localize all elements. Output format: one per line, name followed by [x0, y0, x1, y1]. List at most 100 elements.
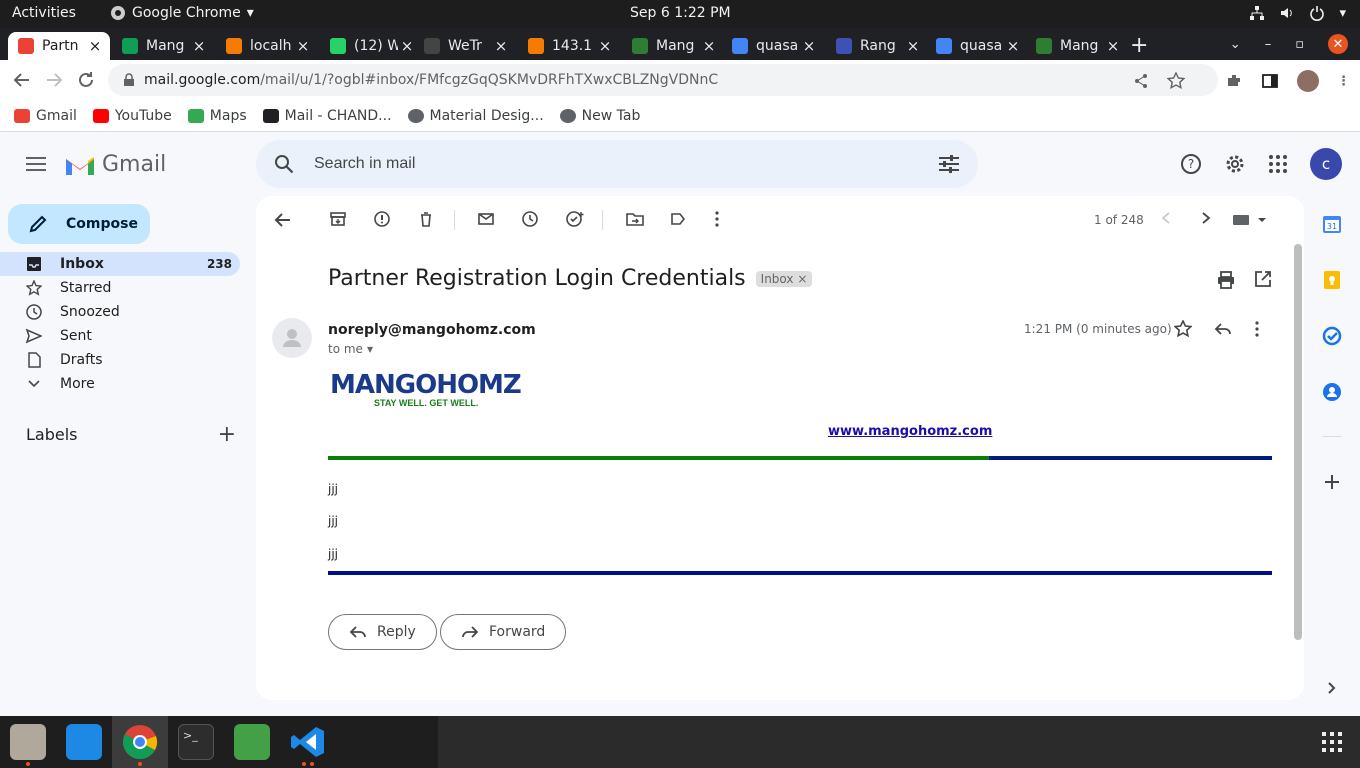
- extensions-icon[interactable]: [1225, 72, 1243, 90]
- system-tray[interactable]: ▾: [1249, 5, 1346, 21]
- close-tab-icon[interactable]: ×: [904, 37, 922, 55]
- close-tab-icon[interactable]: ×: [700, 37, 718, 55]
- bookmark-item[interactable]: Gmail: [14, 108, 77, 124]
- nav-item-more[interactable]: More: [0, 372, 240, 396]
- show-applications-icon[interactable]: [1322, 732, 1342, 752]
- print-icon[interactable]: [1216, 270, 1236, 290]
- browser-tab[interactable]: quasa ×: [722, 32, 824, 60]
- close-tab-icon[interactable]: ×: [800, 37, 818, 55]
- reply-icon[interactable]: [1214, 320, 1232, 338]
- reload-icon[interactable]: [76, 70, 96, 90]
- search-input[interactable]: [314, 155, 874, 173]
- move-to-icon[interactable]: [626, 211, 644, 227]
- newer-chevron-icon[interactable]: [1160, 211, 1172, 225]
- writer-app-icon[interactable]: [66, 724, 102, 760]
- files-app-icon[interactable]: [10, 724, 46, 760]
- compose-button[interactable]: Compose: [8, 204, 150, 244]
- help-icon[interactable]: ?: [1180, 153, 1202, 175]
- delete-icon[interactable]: [418, 211, 434, 227]
- back-to-inbox-icon[interactable]: [274, 211, 292, 229]
- close-window-button[interactable]: ✕: [1328, 34, 1348, 54]
- apps-grid-icon[interactable]: [1268, 154, 1288, 174]
- bookmark-item[interactable]: Mail - CHAND...: [262, 108, 392, 124]
- reply-button[interactable]: Reply: [328, 614, 437, 650]
- message-more-icon[interactable]: [1254, 320, 1260, 338]
- search-icon[interactable]: [274, 154, 294, 174]
- bookmark-item[interactable]: New Tab: [559, 108, 640, 124]
- new-tab-button[interactable]: +: [1130, 33, 1148, 58]
- bookmark-item[interactable]: Maps: [187, 108, 247, 124]
- app-menu[interactable]: Google Chrome ▾: [110, 5, 254, 21]
- close-tab-icon[interactable]: ×: [86, 37, 104, 55]
- close-tab-icon[interactable]: ×: [294, 37, 312, 55]
- nav-item-sent[interactable]: Sent: [0, 324, 240, 348]
- mark-unread-icon[interactable]: [478, 211, 494, 227]
- label-icon[interactable]: [670, 211, 686, 227]
- share-icon[interactable]: [1133, 73, 1149, 89]
- sender-email[interactable]: noreply@mangohomz.com: [328, 322, 536, 338]
- close-tab-icon[interactable]: ×: [492, 37, 510, 55]
- calendar-icon[interactable]: 31: [1322, 214, 1342, 234]
- browser-tab[interactable]: (12) W ×: [320, 32, 422, 60]
- more-options-icon[interactable]: [714, 211, 720, 227]
- back-icon[interactable]: [12, 70, 32, 90]
- settings-gear-icon[interactable]: [1224, 153, 1246, 175]
- add-to-tasks-icon[interactable]: [566, 211, 584, 227]
- tasks-icon[interactable]: [1322, 326, 1342, 346]
- maximize-button[interactable]: ▫: [1295, 37, 1304, 52]
- browser-tab[interactable]: quasa ×: [926, 32, 1028, 60]
- terminal-app-icon[interactable]: >_: [178, 724, 214, 760]
- main-menu-icon[interactable]: [26, 156, 46, 172]
- remove-label-icon[interactable]: ×: [797, 272, 807, 286]
- close-tab-icon[interactable]: ×: [190, 37, 208, 55]
- show-side-panel-chevron-icon[interactable]: [1322, 678, 1342, 698]
- vscode-app-icon[interactable]: [290, 724, 326, 760]
- calc-app-icon[interactable]: [234, 724, 270, 760]
- close-tab-icon[interactable]: ×: [1104, 37, 1122, 55]
- report-spam-icon[interactable]: [374, 211, 390, 227]
- message-scrollbar[interactable]: [1294, 244, 1302, 640]
- star-icon[interactable]: [1174, 320, 1192, 338]
- recipient-dropdown-icon[interactable]: ▾: [367, 342, 373, 356]
- recipient-details[interactable]: to me ▾: [328, 342, 373, 356]
- contacts-icon[interactable]: [1322, 382, 1342, 402]
- profile-avatar[interactable]: [1297, 70, 1319, 92]
- get-addons-plus-icon[interactable]: [1322, 472, 1342, 492]
- keep-icon[interactable]: [1322, 270, 1342, 290]
- open-in-new-window-icon[interactable]: [1254, 270, 1272, 288]
- chrome-app-icon[interactable]: [122, 724, 158, 760]
- chrome-menu-icon[interactable]: ⋮: [1337, 74, 1350, 89]
- bookmark-star-icon[interactable]: [1167, 72, 1185, 90]
- browser-tab[interactable]: localh ×: [216, 32, 318, 60]
- snooze-icon[interactable]: [522, 211, 538, 227]
- nav-item-snoozed[interactable]: Snoozed: [0, 300, 240, 324]
- close-tab-icon[interactable]: ×: [596, 37, 614, 55]
- inbox-label-chip[interactable]: Inbox ×: [755, 270, 813, 287]
- older-chevron-icon[interactable]: [1200, 211, 1212, 225]
- search-options-icon[interactable]: [938, 154, 960, 174]
- browser-tab[interactable]: Mang ×: [1026, 32, 1128, 60]
- website-link[interactable]: www.mangohomz.com: [828, 424, 992, 439]
- browser-tab[interactable]: Mang ×: [622, 32, 724, 60]
- minimize-button[interactable]: –: [1265, 37, 1272, 52]
- sender-avatar[interactable]: [272, 318, 312, 358]
- browser-tab[interactable]: WeTr ×: [414, 32, 516, 60]
- forward-icon[interactable]: [44, 70, 64, 90]
- activities-button[interactable]: Activities: [12, 5, 76, 21]
- nav-item-drafts[interactable]: Drafts: [0, 348, 240, 372]
- browser-tab[interactable]: Rang ×: [826, 32, 928, 60]
- bookmark-item[interactable]: YouTube: [92, 108, 172, 124]
- side-panel-icon[interactable]: [1261, 72, 1279, 90]
- browser-tab[interactable]: 143.1 ×: [518, 32, 620, 60]
- browser-tab[interactable]: Partn ×: [8, 32, 110, 60]
- browser-tab[interactable]: Mang ×: [112, 32, 214, 60]
- input-tools-keyboard-icon[interactable]: [1232, 214, 1268, 226]
- archive-icon[interactable]: [330, 211, 346, 227]
- tab-search-chevron-icon[interactable]: ⌄: [1230, 37, 1241, 52]
- close-tab-icon[interactable]: ×: [1004, 37, 1022, 55]
- search-bar[interactable]: [256, 140, 978, 188]
- account-avatar[interactable]: c: [1310, 148, 1342, 180]
- add-label-icon[interactable]: +: [218, 422, 236, 447]
- bookmark-item[interactable]: Material Desig...: [407, 108, 544, 124]
- forward-button[interactable]: Forward: [440, 614, 567, 650]
